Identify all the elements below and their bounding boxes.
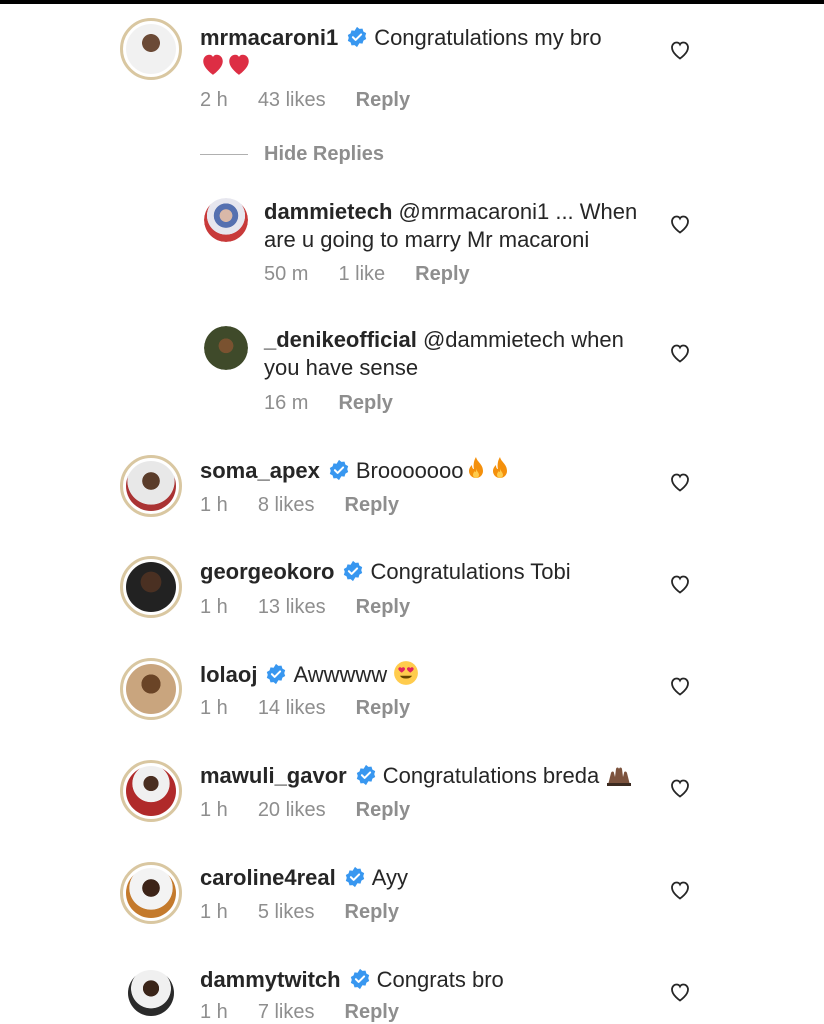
- comment-username[interactable]: soma_apex: [200, 458, 320, 483]
- like-heart-icon[interactable]: [668, 470, 692, 494]
- like-heart-icon[interactable]: [668, 980, 692, 1004]
- avatar[interactable]: [120, 18, 182, 80]
- comment-text: Ayy: [371, 865, 409, 890]
- comment-text: Congratulations my bro: [374, 25, 602, 50]
- reply-button[interactable]: Reply: [356, 89, 410, 111]
- comment-time: 1 h: [200, 697, 228, 719]
- comment-username[interactable]: lolaoj: [200, 662, 257, 687]
- verified-badge-icon: [329, 459, 349, 481]
- comment-likes[interactable]: 20 likes: [258, 799, 326, 821]
- verified-badge-icon: [267, 663, 286, 685]
- comment-text: Awwwww: [293, 662, 388, 687]
- reply-time: 16 m: [264, 392, 309, 414]
- comment-likes[interactable]: 13 likes: [258, 596, 326, 618]
- comment-likes[interactable]: 7 likes: [258, 1001, 315, 1023]
- avatar[interactable]: [120, 556, 182, 618]
- comment-text: Congrats bro: [376, 967, 504, 992]
- avatar[interactable]: [204, 326, 248, 370]
- avatar[interactable]: [204, 198, 248, 242]
- comment-username[interactable]: georgeokoro: [200, 559, 334, 584]
- reply-button[interactable]: Reply: [345, 1001, 399, 1023]
- avatar[interactable]: [120, 862, 182, 924]
- avatar[interactable]: [122, 964, 180, 1022]
- reply-button[interactable]: Reply: [356, 799, 410, 821]
- red-heart-icon: [203, 54, 223, 75]
- like-heart-icon[interactable]: [668, 212, 692, 236]
- reply-button[interactable]: Reply: [345, 901, 399, 923]
- like-heart-icon[interactable]: [668, 341, 692, 365]
- red-heart-icon: [229, 54, 249, 75]
- reply-text-line1: @mrmacaroni1 ... When: [398, 199, 638, 224]
- avatar[interactable]: [120, 455, 182, 517]
- like-heart-icon[interactable]: [668, 674, 692, 698]
- heart-emojis: [200, 52, 252, 80]
- comment-text: Congratulations breda: [382, 763, 600, 788]
- reply-button[interactable]: Reply: [345, 494, 399, 516]
- comment-time: 1 h: [200, 596, 228, 618]
- comment-username[interactable]: mawuli_gavor: [200, 763, 347, 788]
- reply-time: 50 m: [264, 263, 309, 285]
- reply-text-line2: you have sense: [264, 355, 419, 380]
- reply-username[interactable]: dammietech: [264, 199, 392, 224]
- comment-likes[interactable]: 14 likes: [258, 697, 326, 719]
- reply-username[interactable]: _denikeofficial: [264, 327, 417, 352]
- hide-replies-toggle[interactable]: Hide Replies: [200, 142, 384, 166]
- comment-time: 1 h: [200, 901, 228, 923]
- verified-badge-icon: [344, 560, 363, 582]
- reply-text-line1: @dammietech when: [422, 327, 624, 352]
- comment-text: Congratulations Tobi: [370, 559, 571, 584]
- hide-replies-label: Hide Replies: [264, 142, 385, 165]
- fire-icon: [492, 457, 507, 478]
- fire-icon: [468, 457, 483, 478]
- avatar[interactable]: [120, 658, 182, 720]
- reply-button[interactable]: Reply: [415, 263, 469, 285]
- comment-likes[interactable]: 5 likes: [258, 901, 315, 923]
- reply-button[interactable]: Reply: [356, 596, 410, 618]
- like-heart-icon[interactable]: [668, 878, 692, 902]
- comment-time: 2 h: [200, 89, 228, 111]
- like-heart-icon[interactable]: [668, 38, 692, 62]
- comment-text: Brooooooo: [355, 458, 464, 483]
- reply-text-line2: are u going to marry Mr macaroni: [264, 227, 590, 252]
- verified-badge-icon: [356, 764, 375, 786]
- comment-username[interactable]: dammytwitch: [200, 967, 341, 992]
- verified-badge-icon: [345, 866, 364, 888]
- reply-likes[interactable]: 1 like: [338, 263, 385, 285]
- top-edge-bar: [0, 0, 824, 4]
- like-heart-icon[interactable]: [668, 572, 692, 596]
- like-heart-icon[interactable]: [668, 776, 692, 800]
- comment-likes[interactable]: 43 likes: [258, 89, 326, 111]
- comment-time: 1 h: [200, 494, 228, 516]
- raising-hands-emoji-icon: [607, 767, 632, 786]
- comment-time: 1 h: [200, 799, 228, 821]
- comment-time: 1 h: [200, 1001, 228, 1023]
- divider-line: [200, 153, 248, 155]
- avatar[interactable]: [120, 760, 182, 822]
- verified-badge-icon: [348, 26, 367, 48]
- comment-likes[interactable]: 8 likes: [258, 494, 315, 516]
- verified-badge-icon: [350, 968, 369, 990]
- heart-eyes-emoji-icon: [394, 661, 419, 685]
- reply-button[interactable]: Reply: [356, 697, 410, 719]
- comment-username[interactable]: caroline4real: [200, 865, 336, 890]
- reply-button[interactable]: Reply: [338, 392, 392, 414]
- comment-username[interactable]: mrmacaroni1: [200, 25, 338, 50]
